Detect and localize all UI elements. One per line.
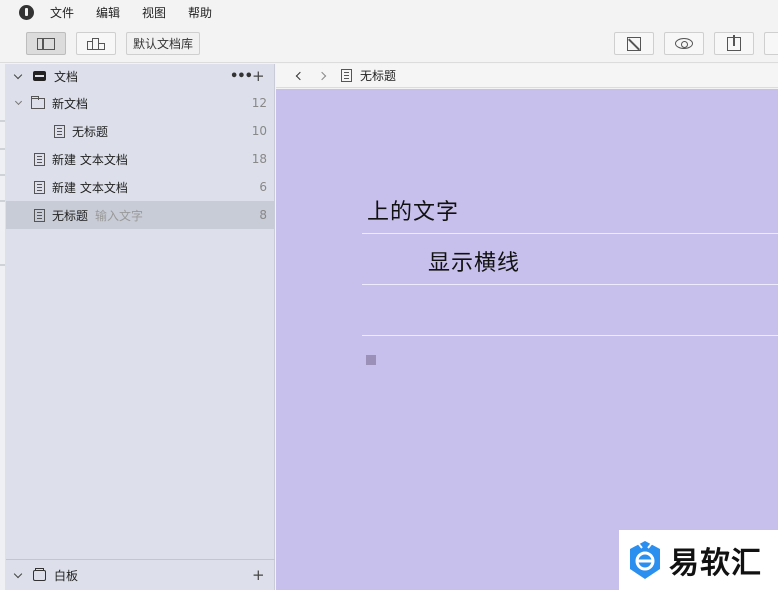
sidebar-item-folder[interactable]: 新文档 12 [6,89,275,117]
sidebar-item-preview: 输入文字 [95,208,144,223]
more-toolbar-button[interactable] [764,32,778,55]
item-count: 8 [259,208,267,222]
sidebar-item-label: 无标题 [52,208,89,223]
menu-help[interactable]: 帮助 [188,4,212,21]
horizontal-rule [362,284,778,285]
editor-text-line[interactable]: 显示横线 [428,245,520,277]
export-button[interactable] [714,32,754,55]
expand-button[interactable] [614,32,654,55]
horizontal-rule [362,335,778,336]
watermark-text: 易软汇 [669,546,762,581]
item-count: 18 [251,152,267,166]
item-count: 6 [259,180,267,194]
sidebar-item-label: 新文档 [52,96,89,111]
chevron-down-icon[interactable] [14,97,23,106]
forward-arrow-icon[interactable] [317,71,327,80]
sidebar-item-label: 新建 文本文档 [52,152,128,167]
menu-view[interactable]: 视图 [142,4,166,21]
chevron-down-icon[interactable] [13,70,23,79]
sidebar: 文档 ••• + 新文档 12 无标题 10 新建 文本文档 18 新建 文本文… [6,64,275,590]
horizontal-rule [362,233,778,234]
sidebar-item-document-selected[interactable]: 无标题 输入文字 8 [6,201,275,229]
sidebar-toggle-button[interactable] [26,32,66,55]
menu-bar: 文件 编辑 视图 帮助 [0,0,778,24]
watermark-logo-icon [630,541,660,579]
document-icon [341,69,352,82]
sidebar-toggle-icon [37,37,55,50]
breadcrumb-title: 无标题 [360,69,397,83]
library-selector[interactable]: 默认文档库 [126,32,201,55]
chevron-down-icon[interactable] [13,569,23,578]
whiteboard-icon [87,37,105,50]
sidebar-item-document[interactable]: 新建 文本文档 18 [6,145,275,173]
inbox-icon [33,71,46,81]
sidebar-item-document[interactable]: 新建 文本文档 6 [6,173,275,201]
add-document-icon[interactable]: + [252,67,265,85]
back-arrow-icon[interactable] [295,71,305,80]
menu-edit[interactable]: 编辑 [96,4,120,21]
editor-text-line[interactable]: 上的文字 [367,194,459,226]
toolbar: 默认文档库 [0,24,778,63]
editor-canvas[interactable]: 上的文字 显示横线 [276,89,778,590]
whiteboard-button[interactable] [76,32,116,55]
sidebar-item-label: 新建 文本文档 [52,180,128,195]
app-logo-icon[interactable] [19,4,34,20]
expand-icon [627,36,641,51]
folder-icon [31,95,45,109]
export-icon [727,34,741,51]
sidebar-footer-title: 白板 [54,568,79,583]
preview-button[interactable] [664,32,704,55]
preview-eye-icon [675,38,693,49]
item-count: 10 [251,124,267,138]
editor-nav-bar: 无标题 [276,64,778,88]
sidebar-header-documents[interactable]: 文档 ••• + [6,64,275,88]
menu-file[interactable]: 文件 [50,4,74,21]
document-icon [34,208,45,222]
add-whiteboard-icon[interactable]: + [252,566,265,584]
item-count: 12 [251,96,267,110]
sidebar-item-label: 无标题 [72,124,109,139]
document-icon [34,152,45,166]
sidebar-header-title: 文档 [54,69,79,84]
document-icon [54,124,65,138]
document-icon [34,180,45,194]
sidebar-footer-whiteboard[interactable]: 白板 + [6,559,275,590]
watermark: 易软汇 [619,530,778,590]
block-handle-icon[interactable] [366,355,376,365]
sidebar-item-document[interactable]: 无标题 10 [6,117,275,145]
whiteboard-icon [33,567,46,581]
more-options-icon[interactable]: ••• [230,69,253,84]
